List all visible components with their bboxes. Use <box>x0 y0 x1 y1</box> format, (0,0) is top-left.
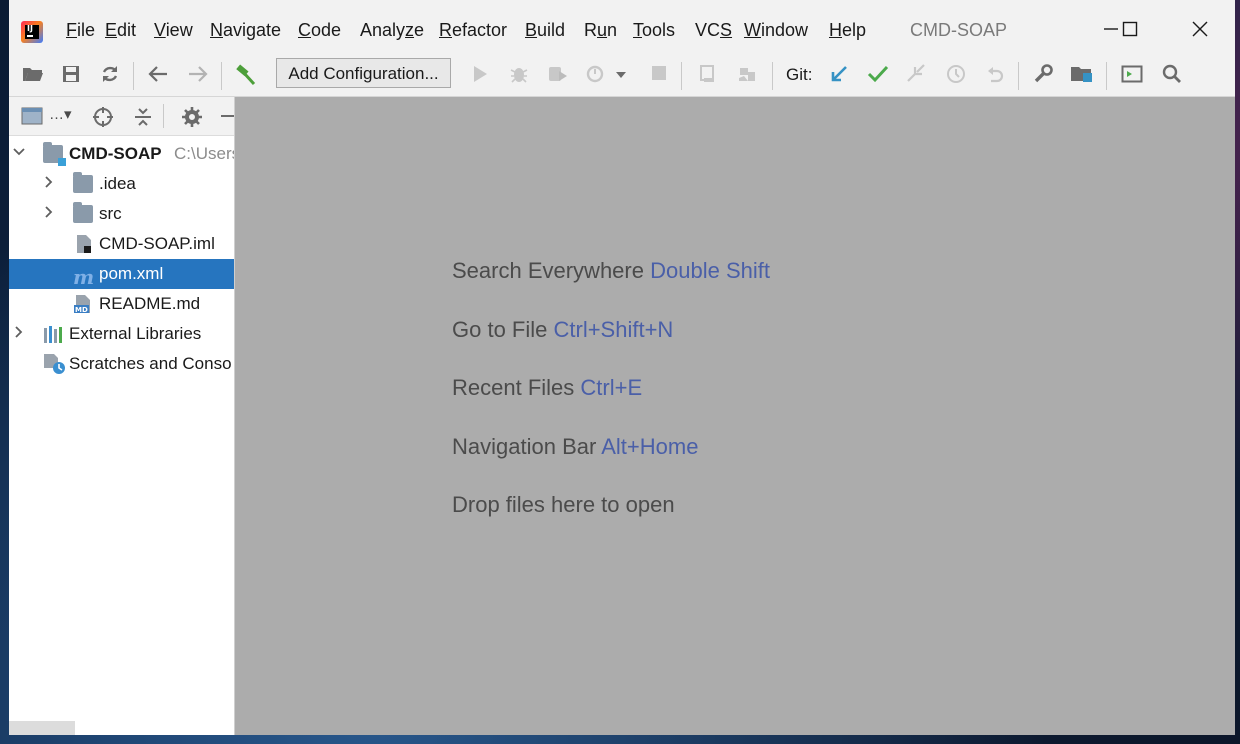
menu-code[interactable]: Code <box>298 20 341 41</box>
history-clock-icon[interactable] <box>944 64 968 88</box>
menu-view[interactable]: View <box>154 20 193 41</box>
synchronize-icon[interactable] <box>98 64 122 88</box>
close-button[interactable] <box>1180 16 1220 46</box>
tree-item-scratches[interactable]: Scratches and Conso <box>9 349 234 379</box>
tree-item-label: Scratches and Conso <box>69 354 232 373</box>
open-folder-icon[interactable] <box>21 64 45 88</box>
tree-root-path: C:\Users <box>174 144 234 163</box>
tree-item-label: src <box>99 204 122 223</box>
svg-text:MD: MD <box>75 306 88 314</box>
tree-root-label: CMD-SOAP <box>69 144 162 163</box>
menu-build[interactable]: Build <box>525 20 565 41</box>
tree-item-readme[interactable]: MD README.md <box>9 289 234 319</box>
tree-item-label: .idea <box>99 174 136 193</box>
search-icon[interactable] <box>1160 64 1184 88</box>
menu-edit[interactable]: Edit <box>105 20 136 41</box>
project-panel-toolbar: …▾ <box>9 97 234 136</box>
debug-icon[interactable] <box>507 64 531 88</box>
close-icon <box>1192 21 1208 37</box>
maven-icon: m <box>73 265 95 289</box>
project-view-icon[interactable] <box>21 107 43 130</box>
tree-item-idea[interactable]: .idea <box>9 169 234 199</box>
tree-item-pom-xml[interactable]: m pom.xml <box>9 259 234 289</box>
hint-search-everywhere: Search Everywhere Double Shift <box>452 258 770 283</box>
markdown-file-icon: MD <box>73 294 93 319</box>
hint-navigation-bar: Navigation Bar Alt+Home <box>452 434 699 459</box>
stop-icon[interactable] <box>647 64 671 88</box>
profile-icon[interactable] <box>585 64 609 88</box>
horizontal-scrollbar[interactable] <box>9 721 75 735</box>
hint-recent-files: Recent Files Ctrl+E <box>452 375 643 400</box>
back-arrow-icon[interactable] <box>146 64 170 88</box>
tree-item-external-libraries[interactable]: External Libraries <box>9 319 234 349</box>
menu-navigate[interactable]: Navigate <box>210 20 281 41</box>
git-label: Git: <box>786 65 813 84</box>
menu-analyze[interactable]: Analyze <box>360 20 424 41</box>
chevron-down-icon[interactable] <box>11 139 27 169</box>
build-hammer-icon[interactable] <box>234 64 258 88</box>
git-push-icon[interactable] <box>904 64 928 88</box>
add-configuration-button[interactable]: Add Configuration... <box>276 58 451 88</box>
git-update-icon[interactable] <box>827 64 851 88</box>
tree-item-label: External Libraries <box>69 324 202 343</box>
module-folder-icon <box>43 142 66 166</box>
tree-item-src[interactable]: src <box>9 199 234 229</box>
maximize-icon <box>1122 21 1138 37</box>
locate-crosshair-icon[interactable] <box>92 106 114 133</box>
editor-empty-area[interactable]: Search Everywhere Double Shift Go to Fil… <box>235 97 1235 735</box>
scratches-icon <box>43 353 67 379</box>
iml-file-icon <box>75 234 93 259</box>
menu-file[interactable]: File <box>66 20 95 41</box>
tree-root-cmd-soap[interactable]: CMD-SOAP C:\Users <box>9 139 234 169</box>
forward-arrow-icon[interactable] <box>186 64 210 88</box>
menu-tools[interactable]: Tools <box>633 20 675 41</box>
menu-refactor[interactable]: Refactor <box>439 20 507 41</box>
library-icon <box>43 324 65 349</box>
main-toolbar: Add Configuration... Git: <box>9 56 1235 97</box>
menu-window[interactable]: Window <box>744 20 808 41</box>
menu-vcs[interactable]: VCS <box>695 20 732 41</box>
git-commit-icon[interactable] <box>866 64 890 88</box>
tree-item-label: pom.xml <box>99 264 164 283</box>
terminal-window-icon[interactable] <box>1120 64 1144 88</box>
tree-item-label: README.md <box>99 294 201 313</box>
ide-window: File Edit View Navigate Code Analyze Ref… <box>9 0 1235 735</box>
hide-panel-icon[interactable] <box>221 115 234 117</box>
window-title: CMD-SOAP <box>910 20 1008 40</box>
menu-help[interactable]: Help <box>829 20 866 41</box>
rollback-icon[interactable] <box>983 64 1007 88</box>
maximize-button[interactable] <box>1110 16 1150 46</box>
attach-debugger-icon[interactable] <box>696 64 720 88</box>
intellij-logo-icon <box>21 21 43 43</box>
run-with-coverage-icon[interactable] <box>546 64 570 88</box>
tree-item-label: CMD-SOAP.iml <box>99 234 215 253</box>
chevron-right-icon[interactable] <box>41 199 57 229</box>
chevron-right-icon[interactable] <box>41 169 57 199</box>
settings-wrench-icon[interactable] <box>1031 64 1055 88</box>
project-structure-folder-icon[interactable] <box>1070 64 1094 88</box>
tree-item-iml[interactable]: CMD-SOAP.iml <box>9 229 234 259</box>
project-view-dropdown[interactable]: …▾ <box>49 105 72 123</box>
hint-go-to-file: Go to File Ctrl+Shift+N <box>452 317 674 342</box>
menu-run[interactable]: Run <box>584 20 617 41</box>
chevron-right-icon[interactable] <box>11 319 27 349</box>
title-bar: File Edit View Navigate Code Analyze Ref… <box>9 0 1235 56</box>
save-all-icon[interactable] <box>59 64 83 88</box>
hint-drop-files: Drop files here to open <box>452 492 675 517</box>
project-structure-icon[interactable] <box>735 64 759 88</box>
folder-icon <box>73 202 93 223</box>
collapse-all-icon[interactable] <box>133 106 153 133</box>
project-tool-window: …▾ CMD-SOAP C:\Users .idea src CMD-SOAP.… <box>9 97 235 735</box>
chevron-down-icon[interactable] <box>609 64 633 88</box>
run-icon[interactable] <box>468 64 492 88</box>
gear-icon[interactable] <box>181 106 203 133</box>
folder-icon <box>73 172 93 193</box>
